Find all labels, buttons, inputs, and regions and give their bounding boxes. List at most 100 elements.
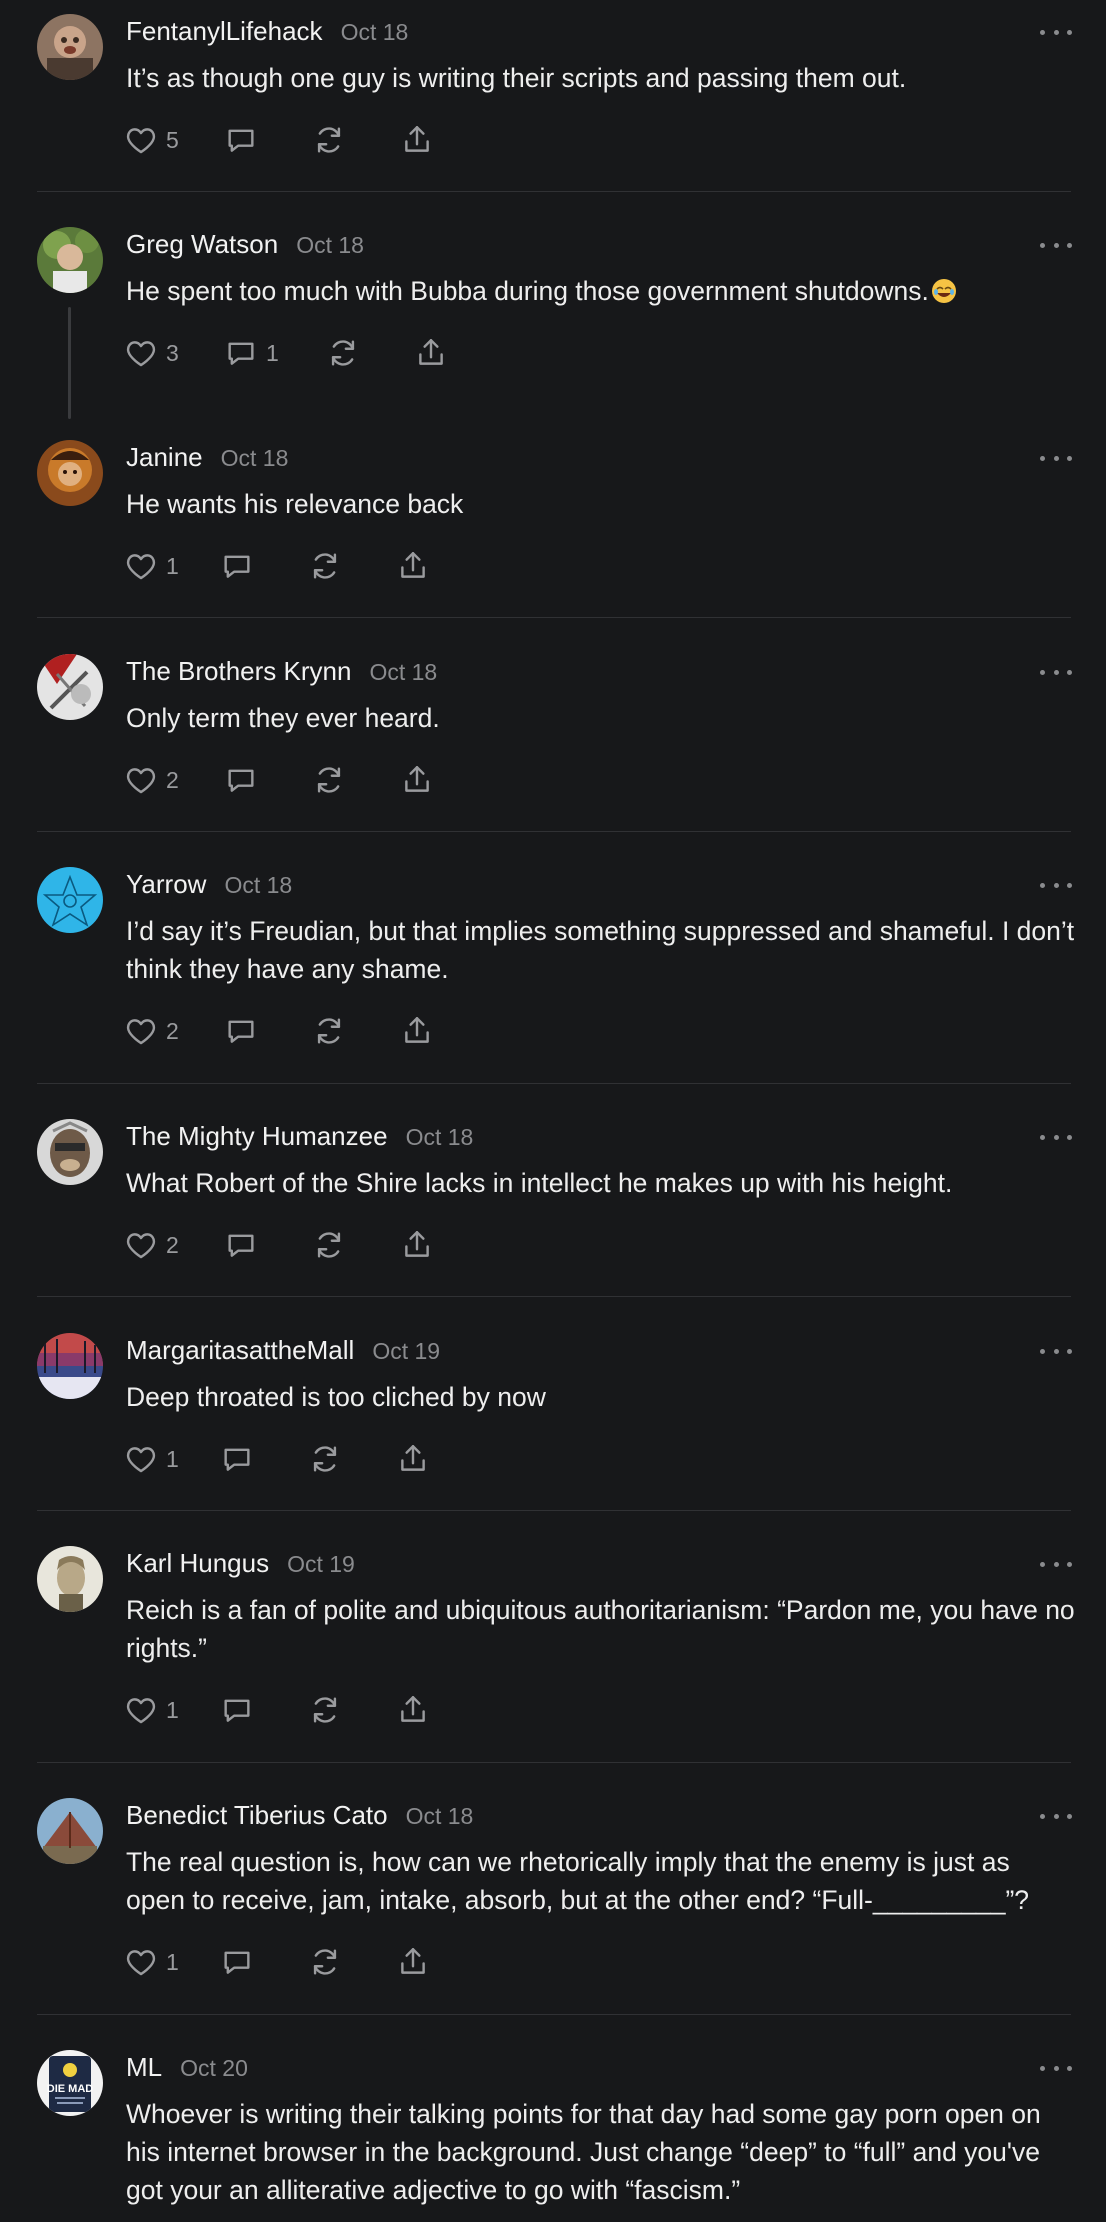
avatar[interactable] bbox=[37, 1798, 103, 1864]
restack-button[interactable] bbox=[308, 1693, 396, 1727]
avatar[interactable]: DIE MAD bbox=[37, 2050, 103, 2116]
share-upload-icon bbox=[419, 339, 443, 365]
comment-bubble-icon bbox=[224, 1448, 250, 1471]
reply-button[interactable] bbox=[224, 763, 312, 797]
like-button[interactable]: 3 bbox=[124, 336, 224, 370]
share-button[interactable] bbox=[414, 336, 448, 370]
more-dots-icon[interactable] bbox=[1040, 875, 1072, 895]
avatar[interactable] bbox=[37, 1333, 103, 1399]
heart-icon bbox=[126, 341, 156, 367]
comment-date[interactable]: Oct 19 bbox=[372, 1338, 440, 1365]
restack-button[interactable] bbox=[312, 763, 400, 797]
restack-button[interactable] bbox=[326, 336, 414, 370]
comment-text: Deep throated is too cliched by now bbox=[126, 1382, 546, 1412]
avatar[interactable] bbox=[37, 867, 103, 933]
reply-button[interactable] bbox=[220, 1945, 308, 1979]
like-button[interactable]: 1 bbox=[124, 1442, 220, 1476]
like-count: 2 bbox=[166, 766, 179, 793]
like-button[interactable]: 1 bbox=[124, 1693, 220, 1727]
more-dots-icon[interactable] bbox=[1040, 2058, 1072, 2078]
more-dots-icon[interactable] bbox=[1040, 1341, 1072, 1361]
share-button[interactable] bbox=[400, 763, 434, 797]
share-button[interactable] bbox=[396, 1693, 430, 1727]
author-name[interactable]: Karl Hungus bbox=[126, 1548, 269, 1579]
author-name[interactable]: The Brothers Krynn bbox=[126, 656, 351, 687]
divider bbox=[37, 191, 1071, 192]
reply-button[interactable] bbox=[224, 1228, 312, 1262]
like-button[interactable]: 1 bbox=[124, 549, 220, 583]
comment-actions: 2 bbox=[124, 1013, 434, 1049]
restack-arrows-icon bbox=[317, 127, 341, 153]
comment-bubble-icon bbox=[224, 1699, 250, 1722]
author-name[interactable]: FentanylLifehack bbox=[126, 16, 323, 47]
heart-icon bbox=[126, 1019, 156, 1045]
reply-button[interactable] bbox=[224, 123, 312, 157]
restack-arrows-icon bbox=[313, 1697, 337, 1723]
share-button[interactable] bbox=[396, 549, 430, 583]
comment-actions: 5 bbox=[124, 122, 434, 158]
comment-date[interactable]: Oct 18 bbox=[296, 232, 364, 259]
restack-button[interactable] bbox=[312, 1014, 400, 1048]
author-name[interactable]: Greg Watson bbox=[126, 229, 278, 260]
comment-date[interactable]: Oct 18 bbox=[341, 19, 409, 46]
comment-header: The Brothers Krynn Oct 18 bbox=[126, 656, 437, 687]
share-button[interactable] bbox=[400, 1228, 434, 1262]
avatar[interactable] bbox=[37, 440, 103, 506]
author-name[interactable]: The Mighty Humanzee bbox=[126, 1121, 388, 1152]
more-dots-icon[interactable] bbox=[1040, 22, 1072, 42]
heart-icon bbox=[126, 1950, 156, 1976]
restack-arrows-icon bbox=[317, 1018, 341, 1044]
restack-button[interactable] bbox=[308, 1442, 396, 1476]
comment-date[interactable]: Oct 19 bbox=[287, 1551, 355, 1578]
like-button[interactable]: 2 bbox=[124, 1014, 224, 1048]
author-name[interactable]: Benedict Tiberius Cato bbox=[126, 1800, 388, 1831]
share-upload-icon bbox=[405, 766, 429, 792]
comment-actions: 1 bbox=[124, 1441, 430, 1477]
reply-button[interactable]: 1 bbox=[224, 336, 326, 370]
like-button[interactable]: 2 bbox=[124, 763, 224, 797]
more-dots-icon[interactable] bbox=[1040, 1806, 1072, 1826]
reply-button[interactable] bbox=[220, 1442, 308, 1476]
comment-date[interactable]: Oct 18 bbox=[406, 1124, 474, 1151]
like-button[interactable]: 5 bbox=[124, 123, 224, 157]
author-name[interactable]: Janine bbox=[126, 442, 203, 473]
author-name[interactable]: ML bbox=[126, 2052, 162, 2083]
share-button[interactable] bbox=[400, 123, 434, 157]
comment-bubble-icon bbox=[224, 1951, 250, 1974]
comment-header: MargaritasattheMall Oct 19 bbox=[126, 1335, 440, 1366]
comment-header: ML Oct 20 bbox=[126, 2052, 248, 2083]
like-button[interactable]: 2 bbox=[124, 1228, 224, 1262]
comment-date[interactable]: Oct 18 bbox=[221, 445, 289, 472]
share-upload-icon bbox=[405, 1231, 429, 1257]
reply-button[interactable] bbox=[220, 549, 308, 583]
like-button[interactable]: 1 bbox=[124, 1945, 220, 1979]
comment-date[interactable]: Oct 20 bbox=[180, 2055, 248, 2082]
more-dots-icon[interactable] bbox=[1040, 1554, 1072, 1574]
like-count: 5 bbox=[166, 126, 179, 153]
restack-button[interactable] bbox=[308, 1945, 396, 1979]
restack-button[interactable] bbox=[308, 549, 396, 583]
like-count: 1 bbox=[166, 1445, 179, 1472]
more-dots-icon[interactable] bbox=[1040, 448, 1072, 468]
reply-button[interactable] bbox=[220, 1693, 308, 1727]
more-dots-icon[interactable] bbox=[1040, 1127, 1072, 1147]
avatar[interactable] bbox=[37, 14, 103, 80]
share-button[interactable] bbox=[400, 1014, 434, 1048]
author-name[interactable]: Yarrow bbox=[126, 869, 206, 900]
share-button[interactable] bbox=[396, 1442, 430, 1476]
avatar[interactable] bbox=[37, 227, 103, 293]
author-name[interactable]: MargaritasattheMall bbox=[126, 1335, 354, 1366]
comment-date[interactable]: Oct 18 bbox=[406, 1803, 474, 1830]
avatar[interactable] bbox=[37, 1546, 103, 1612]
share-button[interactable] bbox=[396, 1945, 430, 1979]
comment-date[interactable]: Oct 18 bbox=[369, 659, 437, 686]
reply-button[interactable] bbox=[224, 1014, 312, 1048]
restack-button[interactable] bbox=[312, 1228, 400, 1262]
avatar[interactable] bbox=[37, 654, 103, 720]
divider bbox=[37, 831, 1071, 832]
comment-date[interactable]: Oct 18 bbox=[224, 872, 292, 899]
more-dots-icon[interactable] bbox=[1040, 662, 1072, 682]
restack-button[interactable] bbox=[312, 123, 400, 157]
avatar[interactable] bbox=[37, 1119, 103, 1185]
more-dots-icon[interactable] bbox=[1040, 235, 1072, 255]
